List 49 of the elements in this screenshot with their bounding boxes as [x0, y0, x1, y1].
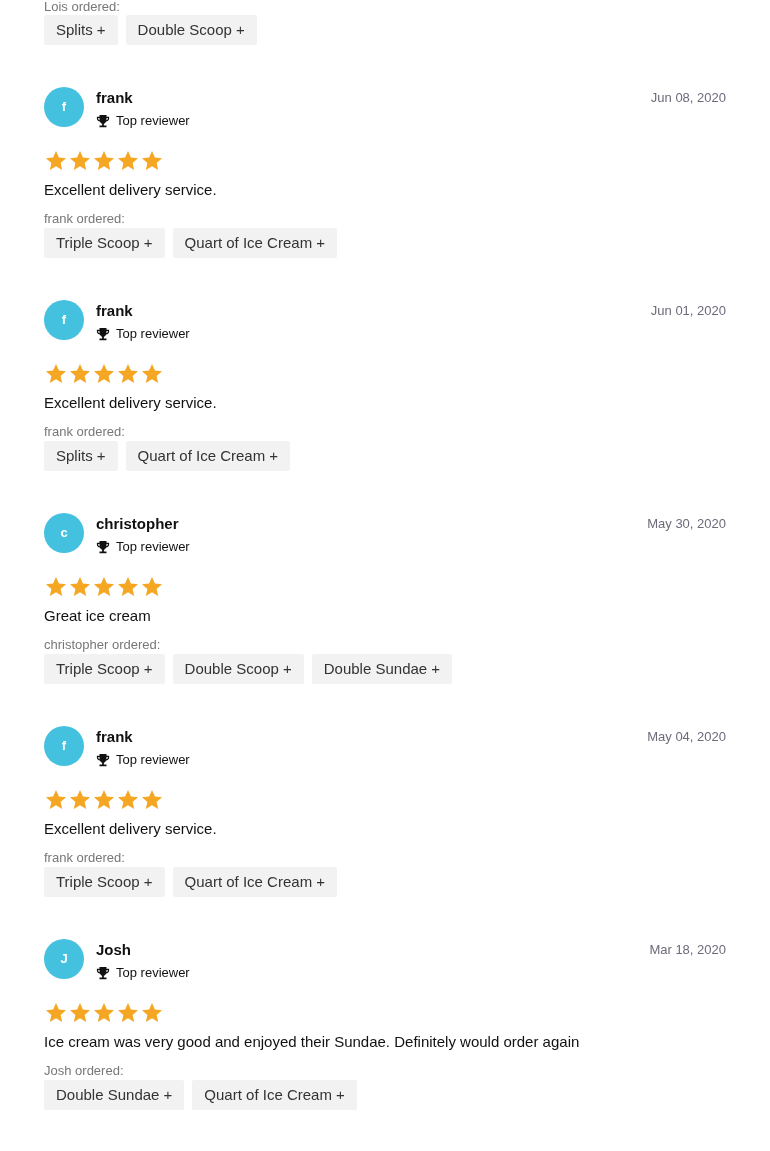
trophy-icon — [96, 327, 110, 341]
review-comment: Ice cream was very good and enjoyed their Sundae. Definitely would order again — [44, 1032, 580, 1052]
order-item-chip[interactable]: Triple Scoop + — [44, 654, 165, 684]
review-comment: Excellent delivery service. — [44, 819, 217, 839]
reviewer-name: frank — [96, 301, 133, 321]
review-date: May 04, 2020 — [647, 728, 726, 746]
ordered-label: frank ordered: — [44, 850, 125, 866]
order-item-chip[interactable]: Double Sundae + — [311, 654, 453, 684]
avatar: f — [44, 300, 84, 340]
reviewer-status-label: Top reviewer — [116, 752, 190, 768]
order-item-chip[interactable]: Double Scoop + — [125, 15, 257, 45]
reviewer-status-label: Top reviewer — [116, 965, 190, 981]
order-item-chip[interactable]: Quart of Ice Cream + — [125, 441, 291, 471]
trophy-icon — [96, 966, 110, 980]
order-item-chip[interactable]: Splits + — [44, 441, 118, 471]
ordered-label: frank ordered: — [44, 424, 125, 440]
review-comment: Great ice cream — [44, 606, 151, 626]
reviewer-status-label: Top reviewer — [116, 113, 190, 129]
review-comment: Excellent delivery service. — [44, 180, 217, 200]
ordered-label: frank ordered: — [44, 211, 125, 227]
order-item-chip[interactable]: Double Scoop + — [172, 654, 304, 684]
trophy-icon — [96, 114, 110, 128]
reviewer-name: christopher — [96, 514, 179, 534]
order-item-chip[interactable]: Triple Scoop + — [44, 228, 165, 258]
review-comment: Excellent delivery service. — [44, 393, 217, 413]
avatar: f — [44, 87, 84, 127]
reviewer-name: frank — [96, 727, 133, 747]
review-date: Jun 01, 2020 — [650, 302, 726, 320]
avatar: J — [44, 939, 84, 979]
reviewer-status-label: Top reviewer — [116, 326, 190, 342]
reviewer-status-label: Top reviewer — [116, 539, 190, 555]
order-item-chip[interactable]: Quart of Ice Cream + — [172, 867, 338, 897]
avatar: f — [44, 726, 84, 766]
order-item-chip[interactable]: Triple Scoop + — [44, 867, 165, 897]
ordered-label: christopher ordered: — [44, 637, 161, 653]
trophy-icon — [96, 540, 110, 554]
reviewer-name: Josh — [96, 940, 131, 960]
ordered-label: Josh ordered: — [44, 1063, 124, 1079]
reviewer-name: frank — [96, 88, 133, 108]
order-item-chip[interactable]: Quart of Ice Cream + — [192, 1080, 357, 1110]
trophy-icon — [96, 753, 110, 767]
review-date: Jun 08, 2020 — [650, 89, 726, 107]
review-date: Mar 18, 2020 — [649, 941, 726, 959]
avatar: c — [44, 513, 84, 553]
order-item-chip[interactable]: Double Sundae + — [44, 1080, 185, 1110]
review-date: May 30, 2020 — [647, 515, 726, 533]
order-item-chip[interactable]: Quart of Ice Cream + — [172, 228, 338, 258]
ordered-label: Lois ordered: — [44, 0, 120, 14]
order-item-chip[interactable]: Splits + — [44, 15, 118, 45]
